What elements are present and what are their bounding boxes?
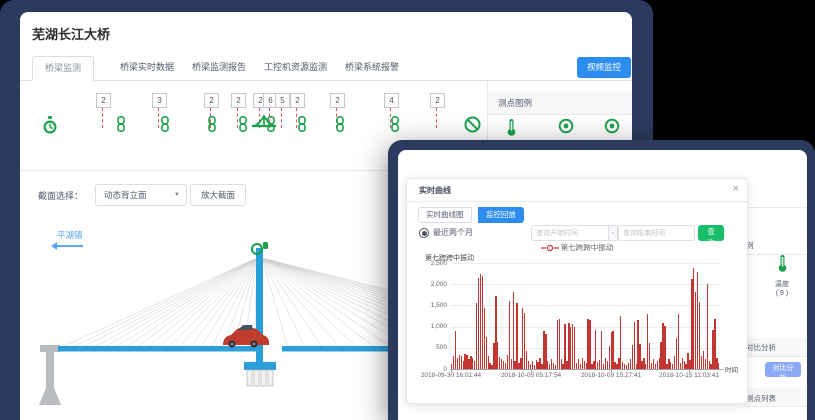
tab-1[interactable]: 桥梁监测 [32,56,94,81]
points-header-label: 测点列表 [746,393,776,404]
compare-analysis-button[interactable]: 对比分析 [765,362,801,377]
chain-icon[interactable] [297,116,307,137]
y-tick-label: 2,500 [411,260,447,267]
legend-panel-header: 测点图例 [488,92,632,115]
sensor-count-badge: 2 [231,93,246,108]
compare-header-label: 对比分析 [746,342,776,353]
chart-bar [513,292,514,369]
x-tick-mark [689,369,690,372]
chain-icon[interactable] [207,116,217,137]
x-tick-label: 2018-10-15 11:03:41 [659,372,719,379]
tab-5[interactable]: 桥梁系统报警 [333,56,411,79]
chart-x-axis [451,369,723,370]
realtime-curve-dialog: 实时曲线 × 实时曲线图监控回放 最近两个月 - 查询 第七跨跨中振动 [406,178,748,404]
chart-bar [516,303,517,369]
sensor-legend-icon[interactable] [558,118,574,139]
chart-bar [678,314,679,369]
temperature-point[interactable]: 温度 ( 9 ) [758,254,806,297]
dialog-header: 实时曲线 × [407,179,747,202]
query-start-time-input[interactable] [531,225,610,241]
chain-icon[interactable] [116,116,126,137]
range-separator: - [608,225,618,241]
y-tick-label: 1,000 [411,323,447,330]
chain-icon[interactable] [335,116,345,137]
page-title: 芜湖长江大桥 [32,24,110,43]
x-tick-label: 2018-09-30 16:01:44 [421,372,481,379]
dialog-tab-1[interactable]: 实时曲线图 [418,207,472,223]
bridge-tower [256,248,263,364]
sensor-count-badge: 3 [152,93,167,108]
temperature-label: 温度 [758,279,806,289]
dialog-tab-2[interactable]: 监控回放 [478,207,524,223]
x-tick-mark [451,369,452,372]
section-select-dropdown[interactable]: 动态背立面 ▼ [95,184,187,206]
sensor-count-badge: 2 [430,93,445,108]
section-select-label: 截面选择： [38,189,83,202]
y-tick-label: 1,500 [411,302,447,309]
chain-icon[interactable] [266,116,276,137]
bridge-abutment [39,345,61,405]
y-tick-label: 2,000 [411,281,447,288]
front-window: 例 温度 ( 9 ) 对比分析 对比分析 测点列表 实时曲线 × 实时曲线图监控… [388,140,815,420]
y-tick-label: 500 [411,344,447,351]
chain-icon[interactable] [160,116,170,137]
sensor-count-badge: 2 [204,93,219,108]
screen: 芜湖长江大桥 桥梁监测桥梁实时数据桥梁监测报告工控机资源监测桥梁系统报警 视频监… [0,0,815,420]
chart-bar [589,320,590,369]
x-tick-label: 2018-10-05 05:17:54 [501,372,561,379]
front-page: 例 温度 ( 9 ) 对比分析 对比分析 测点列表 实时曲线 × 实时曲线图监控… [398,150,807,420]
temperature-count: ( 9 ) [758,290,806,297]
chart-bar [634,322,635,369]
sensor-dash-line [436,108,437,128]
query-end-time-input[interactable] [618,225,695,241]
chart-plot [451,263,719,369]
thermometer-icon[interactable] [506,118,517,142]
sensor-count-badge: 2 [96,93,111,108]
legend-panel-title: 测点图例 [488,92,632,109]
sensor-dash-line [281,108,282,128]
x-tick-label: 2018-10-09 15:27:41 [581,372,641,379]
main-tabbar: 桥梁监测桥梁实时数据桥梁监测报告工控机资源监测桥梁系统报警 [20,56,632,81]
video-monitor-button[interactable]: 视频监控 [577,57,631,78]
section-select-value: 动态背立面 [104,190,147,200]
tab-3[interactable]: 桥梁监测报告 [180,56,258,79]
sensor-count-badge: 4 [384,93,399,108]
thermometer-icon [777,260,788,277]
stopwatch-icon[interactable] [42,116,58,140]
pile-foundation [247,370,273,386]
recent-two-months-label: 最近两个月 [433,227,473,238]
chevron-down-icon: ▼ [174,185,180,205]
chart-bar [707,284,708,369]
x-tick-mark [531,369,532,372]
tab-4[interactable]: 工控机资源监测 [252,56,339,79]
close-icon[interactable]: × [733,183,739,195]
chart-x-axis-name: 时间 [725,364,738,374]
recent-two-months-radio[interactable] [419,228,429,238]
enlarge-section-button[interactable]: 放大截面 [190,184,246,206]
tab-2[interactable]: 桥梁实时数据 [108,56,186,79]
x-tick-mark [611,369,612,372]
tower-footing [244,362,276,370]
dialog-title: 实时曲线 [419,185,451,196]
chain-icon[interactable] [238,116,248,137]
legend-marker-icon [541,244,559,252]
chart-legend[interactable]: 第七跨跨中振动 [407,242,747,253]
sensor-count-badge: 2 [290,93,305,108]
sensor-legend-icon[interactable] [604,118,620,139]
sensor-count-badge: 5 [275,93,290,108]
no-entry-icon[interactable] [464,116,481,138]
chain-icon[interactable] [390,116,400,137]
sensor-count-badge: 2 [330,93,345,108]
query-button[interactable]: 查询 [698,225,724,241]
sensor-dash-line [102,108,103,128]
legend-label: 第七跨跨中振动 [561,243,614,252]
divider [744,207,807,208]
sensor-dash-line [158,108,159,128]
direction-label: 平湖镇 [57,229,83,241]
